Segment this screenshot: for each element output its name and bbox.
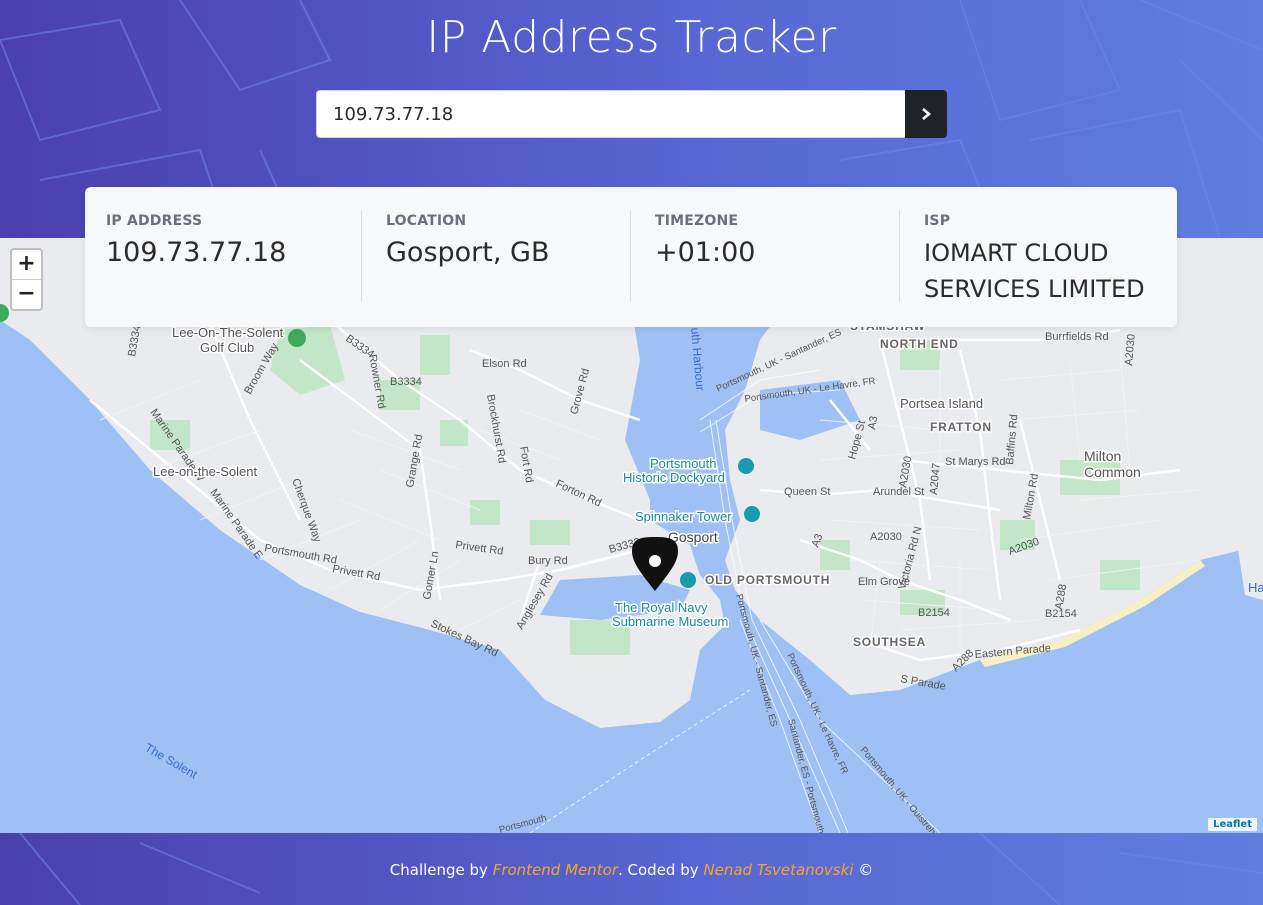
poi-label: Submarine Museum <box>612 614 728 629</box>
place-label: Portsea Island <box>900 396 983 411</box>
road-label: B2154 <box>918 607 950 619</box>
road-label: A2030 <box>870 531 902 543</box>
info-value: Gosport, GB <box>386 237 550 268</box>
leaflet-attribution-link[interactable]: Leaflet <box>1208 818 1257 831</box>
divider <box>899 210 900 302</box>
map-tiles: B3334 B3334 B3334 Elson Rd Grove Rd Broc… <box>0 238 1263 833</box>
district-label: SOUTHSEA <box>853 635 926 649</box>
poi-label: Historic Dockyard <box>623 470 725 485</box>
poi-label: Spinnaker Tower <box>635 509 732 524</box>
place-label: Golf Club <box>200 340 254 355</box>
road-label: Elson Rd <box>482 358 527 370</box>
footer: Challenge by Frontend Mentor. Coded by N… <box>0 833 1263 905</box>
info-label: LOCATION <box>386 213 467 229</box>
ferry-label: Portsmouth <box>498 813 548 833</box>
info-value: 109.73.77.18 <box>106 237 287 268</box>
footer-suffix: © <box>853 861 874 879</box>
museum-icon <box>680 572 696 588</box>
zoom-out-button[interactable]: − <box>12 280 41 309</box>
info-location: LOCATION Gosport, GB <box>361 187 630 327</box>
info-timezone: TIMEZONE +01:00 <box>630 187 899 327</box>
ip-info-card: IP ADDRESS 109.73.77.18 LOCATION Gosport… <box>85 187 1177 327</box>
camera-icon <box>744 506 760 522</box>
road-label: Arundel St <box>873 486 924 498</box>
road-label: Burrfields Rd <box>1045 331 1109 343</box>
divider <box>361 210 362 302</box>
info-label: IP ADDRESS <box>106 213 203 229</box>
road-label: B3334 <box>390 376 422 388</box>
road-label: Queen St <box>784 486 830 498</box>
road-label: A3 <box>866 415 880 430</box>
ip-search-form <box>316 90 947 138</box>
page-title: IP Address Tracker <box>426 12 837 63</box>
water-label: The Solent <box>143 740 201 781</box>
road-label: S Parade <box>899 673 946 693</box>
road-label: Bury Rd <box>528 555 568 567</box>
ferry-label: Portsmouth, UK - Ouistreham, FR <box>858 745 958 833</box>
info-label: ISP <box>924 213 951 229</box>
info-label: TIMEZONE <box>655 213 739 229</box>
place-label: Milton <box>1084 448 1121 464</box>
museum-icon <box>738 458 754 474</box>
place-label: Common <box>1084 464 1141 480</box>
district-label: OLD PORTSMOUTH <box>705 573 830 587</box>
info-value: +01:00 <box>655 237 756 268</box>
district-label: NORTH END <box>880 337 959 351</box>
info-value: IOMART CLOUD SERVICES LIMITED <box>924 239 1145 303</box>
poi-label: Portsmouth <box>650 456 716 471</box>
place-label: Lee-On-The-Solent <box>172 325 284 340</box>
poi-label: The Royal Navy <box>615 600 708 615</box>
zoom-control: + − <box>10 248 43 311</box>
district-label: FRATTON <box>930 420 992 434</box>
place-label: Lee-on-the-Solent <box>153 464 257 479</box>
zoom-in-button[interactable]: + <box>12 250 41 280</box>
frontend-mentor-link[interactable]: Frontend Mentor <box>493 861 618 879</box>
author-link[interactable]: Nenad Tsvetanovski <box>703 861 853 879</box>
golf-icon <box>288 329 306 347</box>
divider <box>630 210 631 302</box>
chevron-right-icon <box>922 108 932 120</box>
road-label: St Marys Rd <box>945 456 1006 468</box>
map-view[interactable]: B3334 B3334 B3334 Elson Rd Grove Rd Broc… <box>0 238 1263 833</box>
footer-middle: . Coded by <box>618 861 704 879</box>
ip-search-input[interactable] <box>316 90 905 138</box>
water-label: uth Harbour <box>688 327 707 391</box>
info-isp: ISP IOMART CLOUD SERVICES LIMITED <box>899 187 1177 327</box>
search-submit-button[interactable] <box>905 90 947 138</box>
footer-prefix: Challenge by <box>389 861 493 879</box>
water-label: Hayling <box>1248 580 1263 595</box>
info-ip-address: IP ADDRESS 109.73.77.18 <box>85 187 361 327</box>
attribution-text: Challenge by Frontend Mentor. Coded by N… <box>0 861 1263 879</box>
